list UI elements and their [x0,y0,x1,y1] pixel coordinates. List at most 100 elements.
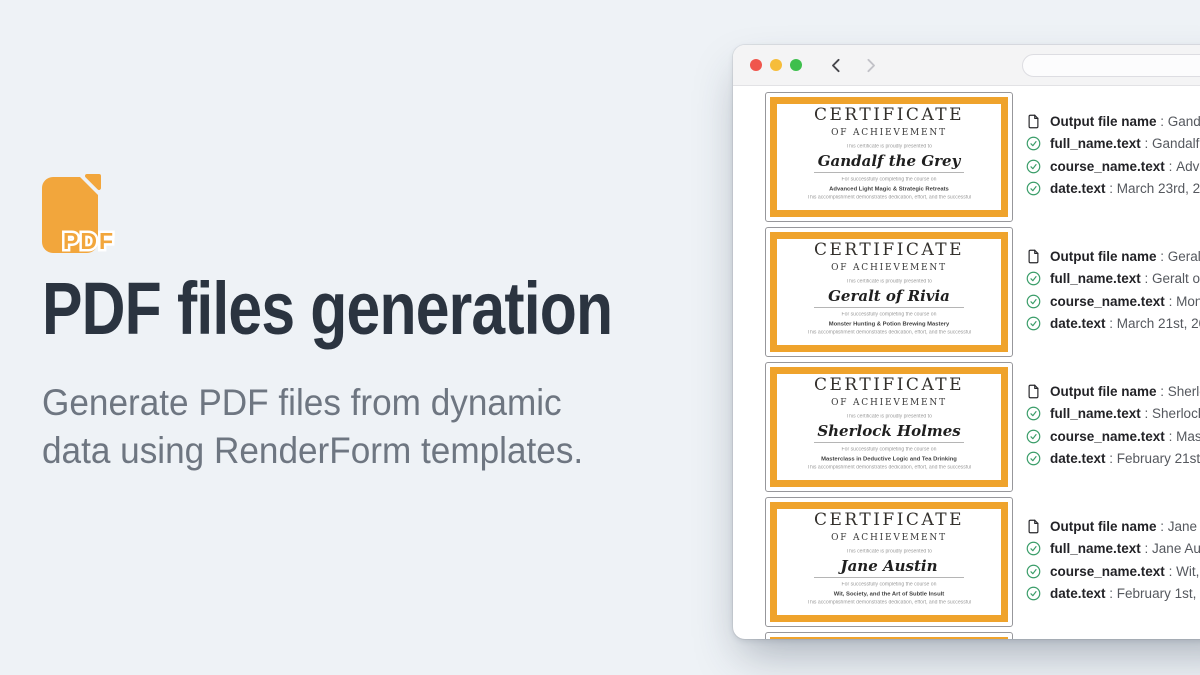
page-title: PDF files generation [42,272,612,346]
close-window-button[interactable] [750,59,762,71]
meta-line: Output file name : Sherlock Holmes [1026,380,1200,403]
chevron-left-icon [828,57,845,74]
meta-separator: : [1165,564,1176,579]
meta-value: Geralt of Rivia [1152,271,1200,286]
meta-list: Output file name : Gandalf the Grey full… [1026,92,1200,222]
forward-button[interactable] [862,57,879,74]
certificate-completing-line: For successfully completing the course o… [784,177,993,182]
certificate-title: CERTIFICATE [766,375,1012,395]
certificate-course-name: Monster Hunting & Potion Brewing Mastery [778,321,999,327]
meta-separator: : [1157,519,1168,534]
meta-separator: : [1141,271,1152,286]
certificate-list: CERTIFICATE OF ACHIEVEMENT This certific… [733,86,1200,639]
certificate-title: CERTIFICATE [766,240,1012,260]
certificate-presented-line: This certificate is proudly presented to [784,144,993,149]
meta-line: Output file name : Gandalf the Grey [1026,110,1200,133]
certificate-course-name: Masterclass in Deductive Logic and Tea D… [778,456,999,462]
certificate-title: CERTIFICATE [766,510,1012,530]
certificate-recipient-name: Jane Austin [766,557,1012,575]
check-circle-icon [1026,181,1041,196]
certificate-signature-line [814,307,964,308]
meta-line: full_name.text : Gandalf the Grey [1026,133,1200,156]
cert-row-list: CERTIFICATE OF ACHIEVEMENT This certific… [765,92,1200,627]
meta-value: Gandalf the Grey [1168,114,1200,129]
check-circle-icon [1026,451,1041,466]
certificate-completing-line: For successfully completing the course o… [784,312,993,317]
certificate-thumbnail[interactable]: CERTIFICATE OF ACHIEVEMENT This certific… [765,227,1013,357]
check-circle-icon [1026,136,1041,151]
certificate-thumbnail[interactable]: CERTIFICATE OF ACHIEVEMENT This certific… [765,92,1013,222]
meta-line: course_name.text : Wit, Society, and the… [1026,560,1200,583]
meta-separator: : [1141,136,1152,151]
meta-value: March 23rd, 2025 [1117,181,1200,196]
zoom-window-button[interactable] [790,59,802,71]
certificate-accomplishment-line: This accomplishment demonstrates dedicat… [784,600,993,605]
file-icon [1026,519,1041,534]
meta-label: date.text [1050,451,1106,466]
certificate-subtitle: OF ACHIEVEMENT [766,398,1012,408]
certificate-subtitle: OF ACHIEVEMENT [766,533,1012,543]
meta-separator: : [1165,429,1176,444]
meta-separator: : [1106,451,1117,466]
meta-label: full_name.text [1050,541,1141,556]
meta-label: date.text [1050,586,1106,601]
meta-line: course_name.text : Advanced Light Magic … [1026,155,1200,178]
certificate-subtitle: OF ACHIEVEMENT [766,128,1012,138]
meta-value: February 21st, 2025 [1117,451,1200,466]
certificate-completing-line: For successfully completing the course o… [784,582,993,587]
meta-value: Jane Austin [1168,519,1200,534]
meta-line: date.text : February 1st, 2025 [1026,583,1200,606]
meta-value: Masterclass in Deductive Logic and Tea D… [1176,429,1200,444]
meta-label: course_name.text [1050,429,1165,444]
meta-separator: : [1157,249,1168,264]
meta-separator: : [1157,114,1168,129]
certificate-accomplishment-line: This accomplishment demonstrates dedicat… [784,195,993,200]
page-subtitle-line2: data using RenderForm templates. [42,427,583,475]
certificate-presented-line: This certificate is proudly presented to [784,414,993,419]
meta-value: March 21st, 2025 [1117,316,1200,331]
meta-line: date.text : March 21st, 2025 [1026,313,1200,336]
meta-separator: : [1165,159,1176,174]
certificate-row[interactable]: CERTIFICATE OF ACHIEVEMENT This certific… [765,362,1200,492]
check-circle-icon [1026,316,1041,331]
certificate-signature-line [814,172,964,173]
certificate-completing-line: For successfully completing the course o… [784,447,993,452]
check-circle-icon [1026,159,1041,174]
meta-line: full_name.text : Sherlock Holmes [1026,403,1200,426]
check-circle-icon [1026,429,1041,444]
address-bar-input[interactable] [1022,54,1200,77]
meta-value: Jane Austin [1152,541,1200,556]
certificate-signature-line [814,577,964,578]
certificate-row[interactable]: CERTIFICATE OF ACHIEVEMENT This certific… [765,497,1200,627]
meta-value: Advanced Light Magic & Strategic Retreat… [1176,159,1200,174]
meta-label: date.text [1050,181,1106,196]
meta-line: date.text : March 23rd, 2025 [1026,178,1200,201]
meta-label: course_name.text [1050,564,1165,579]
meta-list: Output file name : Geralt of Rivia full_… [1026,227,1200,357]
meta-value: Sherlock Holmes [1152,406,1200,421]
meta-label: date.text [1050,316,1106,331]
certificate-presented-line: This certificate is proudly presented to [784,549,993,554]
meta-value: Monster Hunting & Potion Brewing Mastery [1176,294,1200,309]
browser-toolbar [733,45,1200,86]
certificate-thumbnail[interactable]: CERTIFICATE OF ACHIEVEMENT This certific… [765,362,1013,492]
meta-label: course_name.text [1050,159,1165,174]
certificate-recipient-name: Gandalf the Grey [766,152,1012,170]
certificate-row-partial[interactable] [765,632,1200,639]
certificate-thumbnail[interactable] [765,632,1013,639]
file-icon [1026,384,1041,399]
certificate-preview: CERTIFICATE OF ACHIEVEMENT This certific… [766,93,1012,201]
certificate-row[interactable]: CERTIFICATE OF ACHIEVEMENT This certific… [765,227,1200,357]
certificate-thumbnail[interactable]: CERTIFICATE OF ACHIEVEMENT This certific… [765,497,1013,627]
meta-line: date.text : February 21st, 2025 [1026,448,1200,471]
minimize-window-button[interactable] [770,59,782,71]
traffic-lights [750,59,802,71]
meta-value: Geralt of Rivia [1168,249,1200,264]
certificate-signature-line [814,442,964,443]
certificate-subtitle: OF ACHIEVEMENT [766,263,1012,273]
meta-label: full_name.text [1050,271,1141,286]
certificate-row[interactable]: CERTIFICATE OF ACHIEVEMENT This certific… [765,92,1200,222]
meta-list: Output file name : Sherlock Holmes full_… [1026,362,1200,492]
certificate-accomplishment-line: This accomplishment demonstrates dedicat… [784,465,993,470]
back-button[interactable] [828,57,845,74]
